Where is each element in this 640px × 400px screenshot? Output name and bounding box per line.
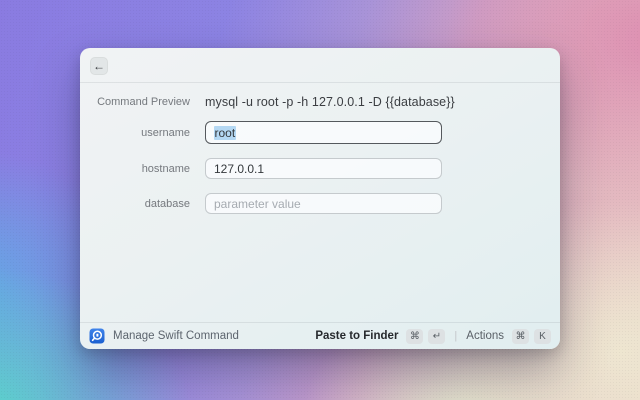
back-arrow-icon: ← [93, 59, 105, 73]
footer-actions: Paste to Finder ⌘ ↵ | Actions ⌘ K [315, 328, 551, 344]
actions-menu-button[interactable]: Actions [466, 330, 504, 342]
username-value-selected: root [214, 125, 236, 140]
back-button[interactable]: ← [90, 57, 108, 75]
hostname-value: 127.0.0.1 [214, 161, 265, 176]
k-key-badge: K [534, 328, 551, 344]
command-preview-label: Command Preview [97, 95, 190, 108]
app-window: ← Command Preview mysql -u root -p -h 12… [80, 48, 560, 349]
swift-command-icon [89, 328, 105, 344]
database-input[interactable]: parameter value [205, 193, 442, 214]
window-header: ← [80, 48, 560, 83]
desktop-background: { "window": { "header": { "back_icon": "… [0, 0, 640, 400]
footer-separator: | [454, 330, 458, 342]
paste-to-finder-button[interactable]: Paste to Finder [315, 330, 398, 342]
database-placeholder: parameter value [214, 196, 301, 211]
username-input[interactable]: root [205, 121, 442, 144]
hostname-input[interactable]: 127.0.0.1 [205, 158, 442, 179]
field-label-hostname: hostname [141, 162, 190, 175]
action-bar: Manage Swift Command Paste to Finder ⌘ ↵… [80, 322, 560, 349]
field-label-username: username [141, 126, 190, 139]
command-preview-value: mysql -u root -p -h 127.0.0.1 -D {{datab… [205, 94, 455, 109]
command-name-label: Manage Swift Command [113, 330, 239, 342]
field-label-database: database [144, 197, 190, 210]
cmd-key-badge: ⌘ [406, 328, 424, 344]
cmd-key-badge-2: ⌘ [512, 328, 529, 344]
return-key-badge: ↵ [428, 328, 446, 344]
